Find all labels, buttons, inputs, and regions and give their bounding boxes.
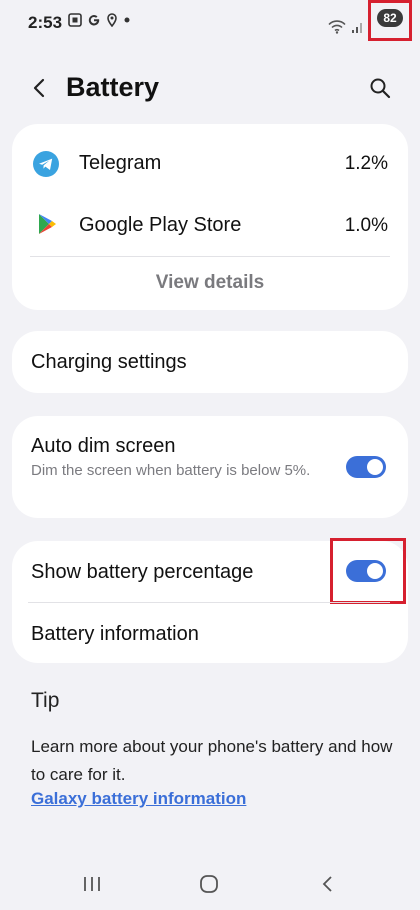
screenshot-icon	[68, 13, 82, 27]
divider	[30, 256, 390, 257]
telegram-icon	[33, 151, 59, 177]
status-right: 82	[328, 0, 412, 41]
auto-dim-card[interactable]: Auto dim screen Dim the screen when batt…	[12, 416, 408, 518]
location-icon	[107, 13, 117, 27]
tip-heading: Tip	[31, 689, 60, 712]
google-icon	[88, 15, 100, 26]
back-arrow-icon[interactable]	[28, 76, 52, 100]
app-name: Google Play Store	[79, 214, 242, 236]
battery-settings-card: Show battery percentage Battery informat…	[12, 538, 408, 663]
signal-icon	[352, 22, 362, 33]
wifi-icon	[328, 19, 346, 34]
auto-dim-toggle[interactable]	[346, 456, 386, 478]
page-title: Battery	[66, 72, 160, 102]
usage-card: Telegram 1.2% Google Play Store 1.0% Vie…	[12, 124, 408, 310]
tip-body: Learn more about your phone's battery an…	[31, 737, 393, 784]
battery-level-badge: 82	[377, 9, 403, 27]
app-usage-percent: 1.2%	[344, 153, 388, 174]
home-icon[interactable]	[199, 874, 219, 894]
show-percentage-toggle[interactable]	[346, 560, 386, 582]
toggle-knob	[367, 563, 383, 579]
search-icon[interactable]	[368, 76, 392, 100]
show-percentage-label: Show battery percentage	[31, 561, 254, 583]
auto-dim-title: Auto dim screen	[31, 435, 176, 457]
play-store-icon	[39, 214, 56, 234]
back-nav-icon[interactable]	[318, 874, 338, 894]
app-row-telegram[interactable]: Telegram 1.2%	[12, 124, 408, 194]
battery-highlight: 82	[368, 0, 412, 41]
navigation-bar	[0, 860, 420, 910]
notification-icons	[68, 13, 131, 27]
app-usage-percent: 1.0%	[344, 215, 388, 236]
battery-information-row[interactable]: Battery information	[12, 603, 408, 663]
dot-icon	[124, 17, 130, 23]
recent-apps-icon[interactable]	[82, 874, 102, 894]
status-bar: 2:53 82	[0, 0, 420, 46]
status-time: 2:53	[28, 13, 63, 32]
toggle-knob	[367, 459, 383, 475]
app-row-play-store[interactable]: Google Play Store 1.0%	[12, 194, 408, 256]
charging-settings-row[interactable]: Charging settings	[12, 331, 408, 393]
charging-settings-label: Charging settings	[31, 351, 187, 373]
app-name: Telegram	[79, 152, 162, 174]
battery-information-label: Battery information	[31, 623, 199, 645]
view-details-button[interactable]: View details	[12, 272, 408, 294]
auto-dim-subtitle: Dim the screen when battery is below 5%.	[31, 462, 311, 479]
galaxy-battery-info-link[interactable]: Galaxy battery information	[31, 789, 246, 809]
